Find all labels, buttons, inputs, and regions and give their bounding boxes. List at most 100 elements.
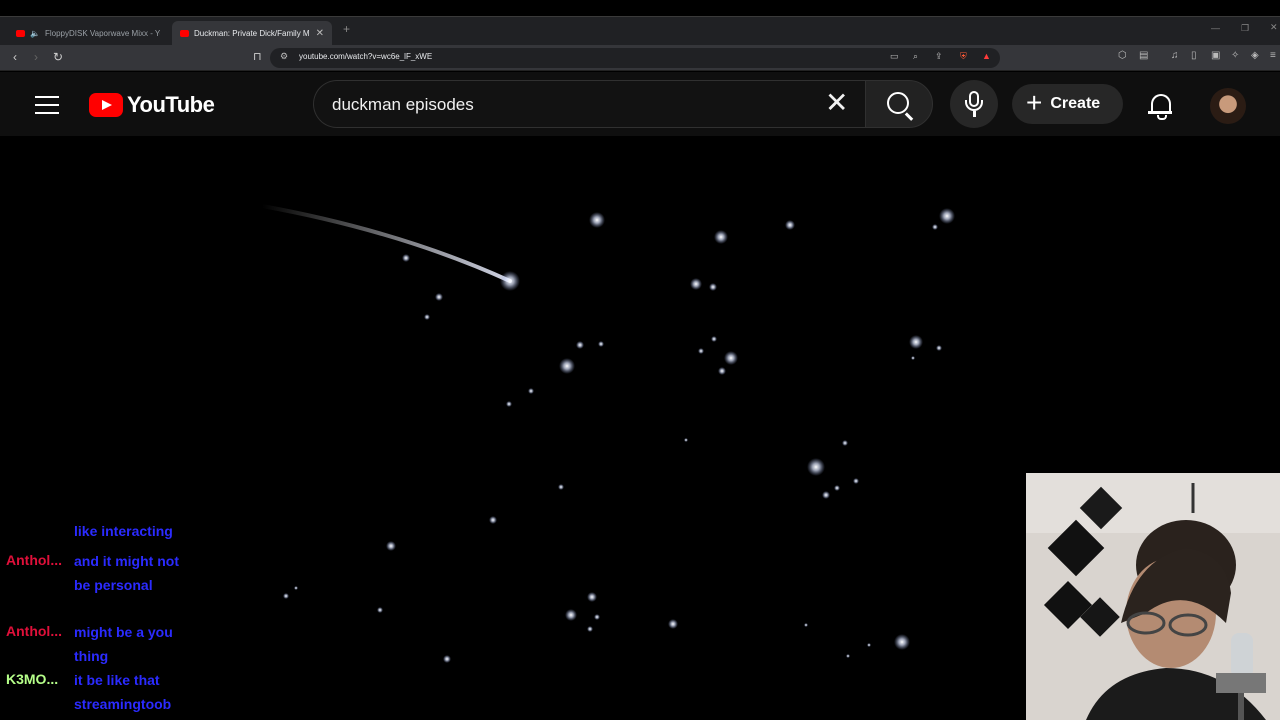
youtube-favicon-icon [180,30,189,37]
clear-search-icon[interactable]: ✕ [825,87,848,119]
tab-title: Duckman: Private Dick/Family M [194,29,310,38]
reload-icon[interactable]: ↻ [53,49,63,65]
star [589,212,605,228]
shooting-star-trail [260,204,512,283]
top-black-strip [0,0,1280,16]
star [804,623,808,627]
address-text: youtube.com/watch?v=wc6e_lF_xWE [299,52,433,61]
star [909,335,923,349]
create-label: Create [1050,95,1101,112]
chat-message-text: and it might not be personal [74,553,179,593]
star [294,586,298,590]
star [894,634,910,650]
cast-icon[interactable]: ▭ [890,51,899,62]
star [853,478,859,484]
minimize-icon[interactable]: — [1211,23,1220,33]
webcam-feed [1026,473,1280,720]
chat-username: Anthol... [6,623,62,639]
rewards-triangle-icon[interactable]: ▲ [982,51,991,61]
chat-message-text: like interacting [74,526,173,539]
bookmark-icon[interactable]: ⊓ [253,49,262,65]
star [598,341,604,347]
chat-message: like interacting [0,526,200,548]
browser-tab-1[interactable]: 🔈 FloppyDISK Vaporwave Mixx - Yo [8,21,168,46]
search-button[interactable] [865,80,933,128]
brave-shield-icon[interactable]: ⛨ [960,51,967,62]
star [587,626,593,632]
translate-icon[interactable]: ▤ [1139,50,1148,61]
star [668,619,678,629]
search-input[interactable]: duckman episodes ✕ [313,80,865,128]
hamburger-menu-icon[interactable] [35,96,59,114]
site-info-icon[interactable]: ⚙ [280,51,288,62]
star [698,348,704,354]
tab-title: FloppyDISK Vaporwave Mixx - Yo [44,29,160,38]
star [435,293,443,301]
forward-icon[interactable]: › [34,49,38,65]
star [690,278,702,290]
search-query-text: duckman episodes [332,95,474,114]
chat-message-text: might be a you thing [74,624,173,664]
chat-username: K3MO... [6,671,59,687]
webcam-overlay [1026,473,1280,720]
avatar[interactable] [1210,88,1246,124]
star [846,654,850,658]
star [424,314,430,320]
sidebar-icon[interactable]: ▯ [1191,50,1197,61]
address-bar[interactable]: ⚙ youtube.com/watch?v=wc6e_lF_xWE ▭ ⌕ ⇪ … [270,48,1000,68]
youtube-logo-text: YouTube [127,92,215,117]
star [559,358,575,374]
star [377,607,383,613]
star [489,516,497,524]
youtube-logo[interactable]: YouTube [89,92,215,118]
youtube-favicon-icon [16,30,25,37]
shooting-star [500,271,520,291]
star [684,438,688,442]
star [932,224,938,230]
star [822,491,830,499]
voice-search-button[interactable] [950,80,998,128]
plus-icon: + [1026,87,1043,118]
star [718,367,726,375]
star [842,440,848,446]
youtube-play-icon [89,93,123,117]
browser-tab-strip: 🔈 FloppyDISK Vaporwave Mixx - Yo Duckman… [0,16,1280,46]
create-button[interactable]: + Create [1012,84,1123,124]
extension-icon[interactable]: ⬡ [1118,50,1127,61]
star [911,356,915,360]
star [386,541,396,551]
star [724,351,738,365]
close-tab-icon[interactable]: ✕ [316,28,324,39]
browser-menu-icon[interactable]: ≡ [1270,50,1276,61]
zoom-icon[interactable]: ⌕ [913,51,918,62]
star [558,484,564,490]
star [402,254,410,262]
star [506,401,512,407]
search-icon [887,92,909,114]
star [867,643,871,647]
browser-tab-2[interactable]: Duckman: Private Dick/Family M ✕ [172,21,332,46]
chat-username: Anthol... [6,552,62,568]
share-icon[interactable]: ⇪ [935,51,943,62]
maximize-icon[interactable]: ❐ [1241,23,1249,34]
star [785,220,795,230]
chat-message-text: it be like that streamingtoob [74,672,172,712]
close-window-icon[interactable]: ✕ [1270,22,1278,33]
star [939,208,955,224]
wallet-icon[interactable]: ▣ [1211,50,1220,61]
youtube-header: YouTube duckman episodes ✕ + Create [0,72,1280,136]
new-tab-icon[interactable]: + [343,22,350,36]
star [587,592,597,602]
leo-icon[interactable]: ✧ [1231,50,1239,61]
speaker-icon: 🔈 [30,29,40,38]
star [283,593,289,599]
star [443,655,451,663]
star [594,614,600,620]
star [576,341,584,349]
vpn-icon[interactable]: ◈ [1251,50,1259,61]
star [709,283,717,291]
music-icon[interactable]: ♫ [1171,50,1179,61]
back-icon[interactable]: ‹ [13,49,17,65]
browser-toolbar: ‹ › ↻ ⊓ ⚙ youtube.com/watch?v=wc6e_lF_xW… [0,45,1280,71]
notifications-bell-icon[interactable] [1148,92,1172,120]
